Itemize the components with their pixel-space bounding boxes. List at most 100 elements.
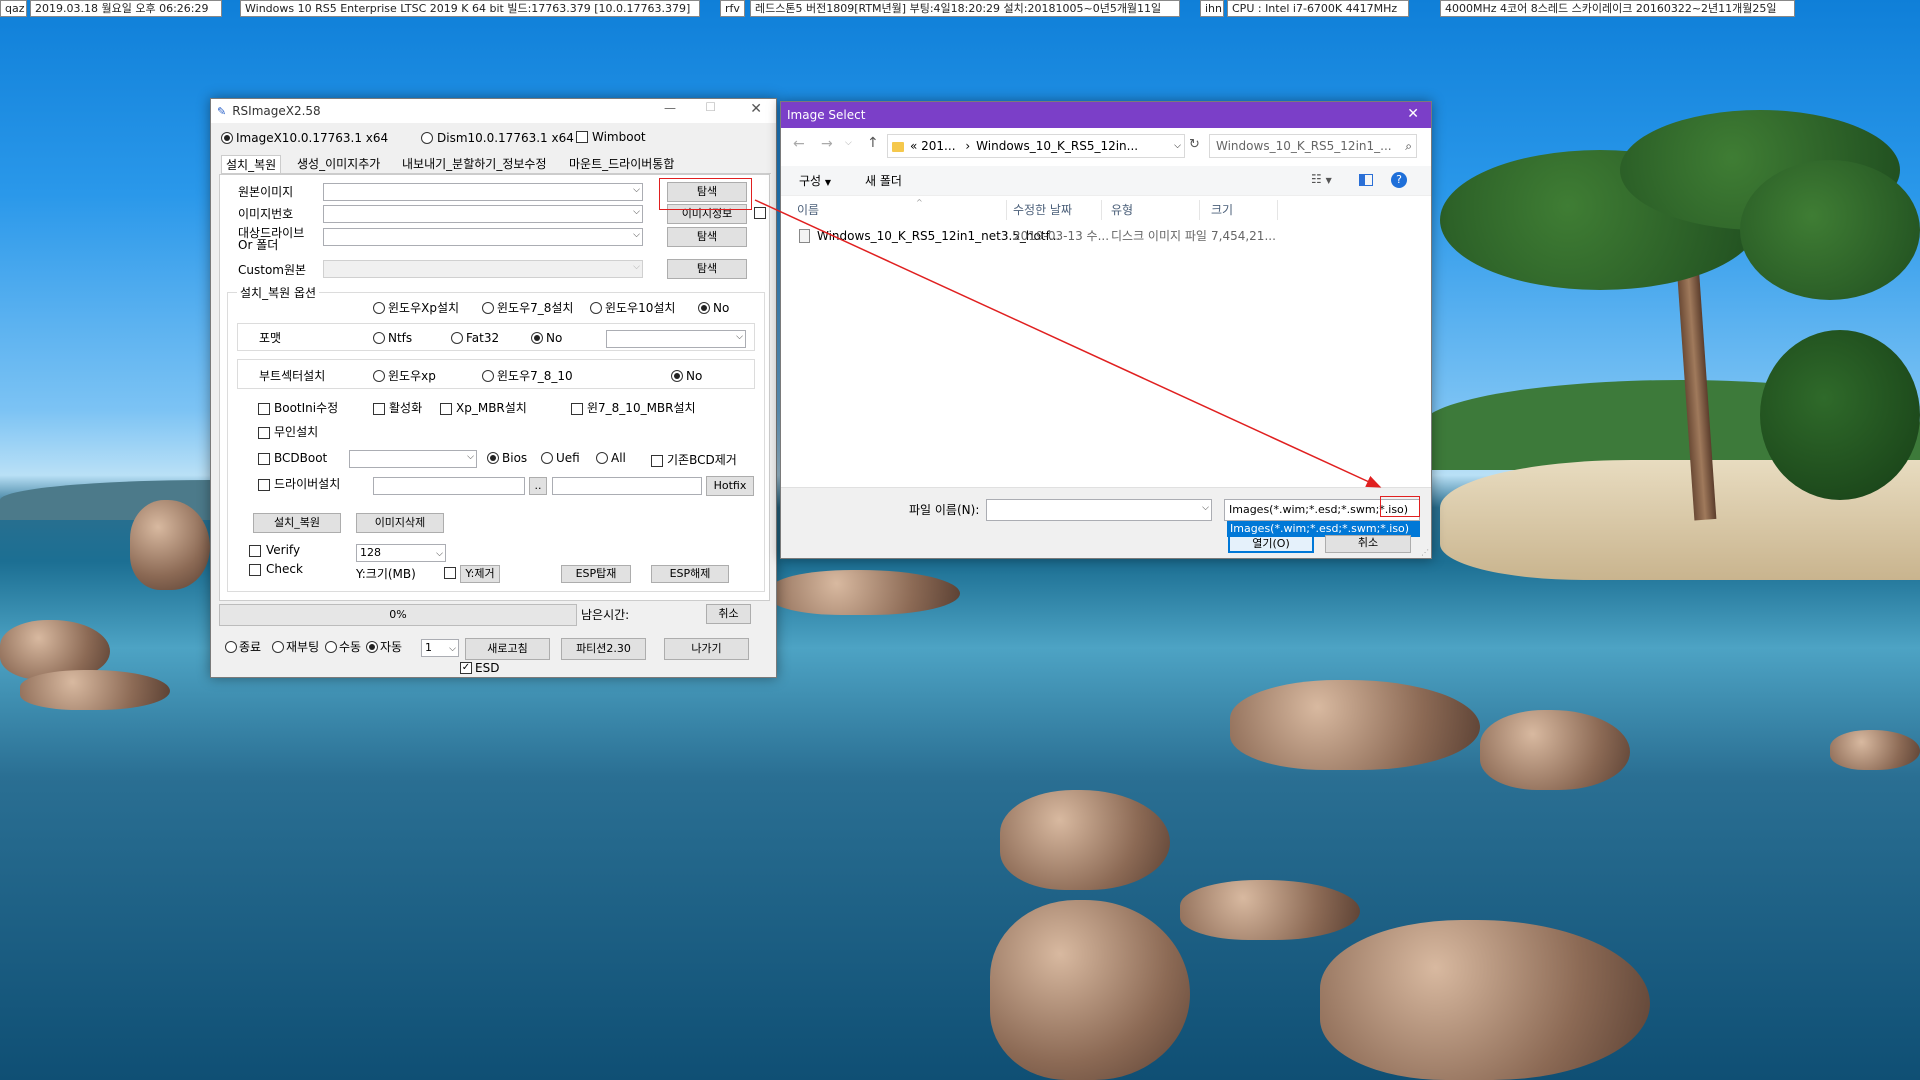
opt-78-radio[interactable] — [482, 302, 494, 314]
bios-radio[interactable] — [487, 452, 499, 464]
driver-install-checkbox[interactable] — [258, 479, 270, 491]
close-button[interactable]: ✕ — [750, 101, 762, 117]
progress-cancel-button[interactable]: 취소 — [706, 604, 751, 624]
tab-create[interactable]: 생성_이미지추가 — [293, 155, 384, 173]
source-image-combo[interactable]: ⌵ — [323, 183, 643, 201]
driver-dotdot-button[interactable]: .. — [529, 477, 547, 495]
shutdown-radio[interactable] — [225, 641, 237, 653]
refresh-button[interactable]: 새로고침 — [465, 638, 550, 660]
activate-checkbox[interactable] — [373, 403, 385, 415]
xp-mbr-checkbox[interactable] — [440, 403, 452, 415]
exit-button[interactable]: 나가기 — [664, 638, 749, 660]
radio-dism[interactable] — [421, 132, 433, 144]
column-date[interactable]: 수정한 날짜 — [1013, 203, 1072, 217]
organize-menu[interactable]: 구성 ▼ — [799, 174, 831, 190]
wimboot-checkbox[interactable] — [576, 131, 588, 143]
search-placeholder: Windows_10_K_RS5_12in1_... — [1216, 139, 1392, 153]
install-restore-button[interactable]: 설치_복원 — [253, 513, 341, 533]
y-remove-checkbox[interactable] — [444, 567, 456, 579]
address-chevron-icon[interactable]: ⌵ — [1174, 135, 1181, 157]
hotfix-path-input[interactable] — [552, 477, 702, 495]
reboot-radio[interactable] — [272, 641, 284, 653]
refresh-icon[interactable]: ↻ — [1189, 137, 1200, 152]
bootini-checkbox[interactable] — [258, 403, 270, 415]
format-ntfs-radio[interactable] — [373, 332, 385, 344]
radio-imagex[interactable] — [221, 132, 233, 144]
tab-install-restore[interactable]: 설치_복원 — [221, 155, 282, 173]
format-combo[interactable]: ⌵ — [606, 330, 746, 348]
dialog-titlebar[interactable]: Image Select ✕ — [781, 102, 1431, 128]
history-chevron-icon[interactable]: ⌵ — [845, 138, 852, 148]
forward-icon[interactable]: → — [821, 136, 833, 152]
custom-source-combo[interactable]: ⌵ — [323, 260, 643, 278]
view-options-icon[interactable]: ☷ ▼ — [1311, 172, 1332, 186]
opt-10-radio[interactable] — [590, 302, 602, 314]
search-box[interactable]: Windows_10_K_RS5_12in1_... ⌕ — [1209, 134, 1417, 158]
check-checkbox[interactable] — [249, 564, 261, 576]
driver-path-input[interactable] — [373, 477, 525, 495]
tab-mount[interactable]: 마운트_드라이버통합 — [565, 155, 678, 173]
custom-browse-button[interactable]: 탐색 — [667, 259, 747, 279]
hotfix-button[interactable]: Hotfix — [706, 476, 754, 496]
chevron-down-icon: ⌵ — [736, 332, 743, 342]
address-overflow-icon: « — [910, 139, 922, 153]
up-icon[interactable]: ↑ — [867, 135, 879, 151]
path-segment-parent[interactable]: 201... — [921, 139, 955, 153]
back-icon[interactable]: ← — [793, 136, 805, 152]
file-row[interactable]: Windows_10_K_RS5_12in1_net3.5_hotf... 20… — [795, 226, 1285, 246]
bcdboot-combo[interactable]: ⌵ — [349, 450, 477, 468]
verify-checkbox[interactable] — [249, 545, 261, 557]
preview-pane-icon[interactable] — [1359, 174, 1373, 186]
column-type[interactable]: 유형 — [1111, 203, 1133, 217]
auto-radio[interactable] — [366, 641, 378, 653]
open-button[interactable]: 열기(O) — [1228, 535, 1314, 553]
format-no-radio[interactable] — [531, 332, 543, 344]
format-ntfs-label: Ntfs — [388, 331, 413, 345]
help-icon[interactable]: ? — [1391, 172, 1407, 188]
bs-xp-radio[interactable] — [373, 370, 385, 382]
dialog-cancel-button[interactable]: 취소 — [1325, 535, 1411, 553]
manual-radio[interactable] — [325, 641, 337, 653]
target-browse-button[interactable]: 탐색 — [667, 227, 747, 247]
info-label-ihn: ihn — [1200, 0, 1224, 17]
opt-xp-radio[interactable] — [373, 302, 385, 314]
tab-strip: 설치_복원 생성_이미지추가 내보내기_분할하기_정보수정 마운트_드라이버통합 — [221, 155, 771, 174]
column-name[interactable]: 이름 — [797, 203, 819, 217]
target-drive-combo[interactable]: ⌵ — [323, 228, 643, 246]
opt-no-radio[interactable] — [698, 302, 710, 314]
uefi-radio[interactable] — [541, 452, 553, 464]
partition-button[interactable]: 파티션2.30 — [561, 638, 646, 660]
path-segment-current[interactable]: Windows_10_K_RS5_12in... — [976, 139, 1138, 153]
chevron-down-icon: ⌵ — [1202, 503, 1209, 513]
esp-unmount-button[interactable]: ESP해제 — [651, 565, 729, 583]
all-radio[interactable] — [596, 452, 608, 464]
image-number-combo[interactable]: ⌵ — [323, 205, 643, 223]
filename-combo[interactable]: ⌵ — [986, 499, 1212, 521]
rsimagex-titlebar[interactable]: ✎ RSImageX2.58 — ☐ ✕ — [211, 99, 776, 123]
w7-mbr-checkbox[interactable] — [571, 403, 583, 415]
bcdboot-checkbox[interactable] — [258, 453, 270, 465]
resize-grip-icon[interactable]: ⋰ — [1421, 548, 1429, 557]
y-remove-button[interactable]: Y:제거 — [460, 565, 500, 583]
format-fat32-radio[interactable] — [451, 332, 463, 344]
count-value: 1 — [425, 641, 432, 654]
dialog-close-button[interactable]: ✕ — [1407, 106, 1419, 122]
tab-export[interactable]: 내보내기_분할하기_정보수정 — [398, 155, 550, 173]
count-combo[interactable]: 1 ⌵ — [421, 639, 459, 657]
delete-image-button[interactable]: 이미지삭제 — [356, 513, 444, 533]
chevron-down-icon: ⌵ — [449, 644, 456, 654]
image-info-checkbox[interactable] — [754, 207, 766, 219]
size-combo[interactable]: 128 ⌵ — [356, 544, 446, 562]
minimize-button[interactable]: — — [664, 101, 676, 115]
remove-bcd-checkbox[interactable] — [651, 455, 663, 467]
info-label-qaz: qaz — [0, 0, 27, 17]
bs-78-10-radio[interactable] — [482, 370, 494, 382]
address-bar[interactable]: « 201... › Windows_10_K_RS5_12in... ⌵ — [887, 134, 1185, 158]
esp-mount-button[interactable]: ESP탑재 — [561, 565, 631, 583]
column-size[interactable]: 크기 — [1211, 203, 1233, 217]
new-folder-button[interactable]: 새 폴더 — [865, 174, 902, 188]
esd-checkbox[interactable]: ✓ — [460, 662, 472, 674]
maximize-button[interactable]: ☐ — [705, 100, 716, 114]
unattended-checkbox[interactable] — [258, 427, 270, 439]
bs-no-radio[interactable] — [671, 370, 683, 382]
